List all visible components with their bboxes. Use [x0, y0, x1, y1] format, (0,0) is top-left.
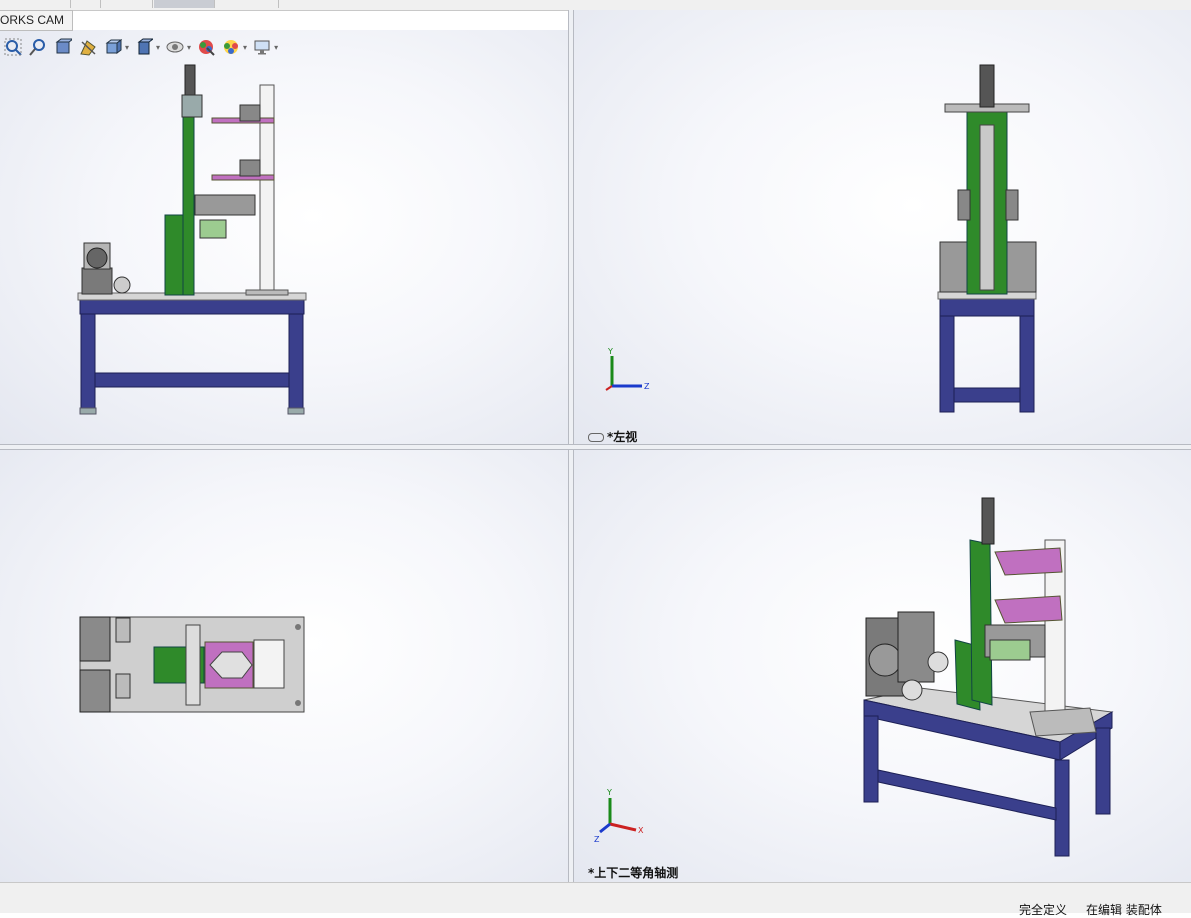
triad-z-label: Z: [594, 835, 600, 844]
chevron-down-icon[interactable]: ▾: [125, 43, 129, 52]
view-name-label-iso: *上下二等角轴测: [588, 866, 679, 880]
link-view-icon[interactable]: [588, 433, 604, 442]
chevron-down-icon[interactable]: ▾: [243, 43, 247, 52]
edit-appearance-icon[interactable]: [195, 37, 217, 57]
status-bar: 完全定义 在编辑 装配体: [0, 882, 1191, 917]
triad-y-label: Y: [607, 347, 613, 356]
viewport-front[interactable]: [0, 30, 568, 444]
tab-cam[interactable]: ORKS CAM: [0, 10, 74, 31]
display-style-icon[interactable]: [133, 37, 155, 57]
viewport-left[interactable]: Y Z *左视: [574, 10, 1191, 444]
status-definition: 完全定义: [1019, 903, 1068, 917]
view-name-text: *左视: [607, 430, 638, 444]
zoom-to-fit-icon[interactable]: [2, 37, 24, 57]
triad-y-label: Y: [606, 788, 612, 797]
view-name-label: *左视: [588, 428, 637, 444]
chevron-down-icon[interactable]: ▾: [274, 43, 278, 52]
chevron-down-icon[interactable]: ▾: [156, 43, 160, 52]
view-orientation-icon[interactable]: [102, 37, 124, 57]
status-edit-mode: 在编辑 装配体: [1086, 903, 1162, 917]
viewport-top[interactable]: [0, 450, 568, 882]
top-view-model: [79, 616, 305, 713]
hide-show-items-icon[interactable]: [164, 37, 186, 57]
previous-view-icon[interactable]: [52, 37, 74, 57]
document-tab-5[interactable]: [214, 0, 279, 8]
orientation-triad: Y Z: [605, 347, 650, 391]
orientation-triad-iso: Y X Z: [594, 788, 644, 844]
zoom-area-icon[interactable]: [27, 37, 49, 57]
view-settings-icon[interactable]: [251, 37, 273, 57]
apply-scene-icon[interactable]: [220, 37, 242, 57]
viewport-isometric[interactable]: Y X Z *上下二等角轴测: [574, 450, 1191, 882]
chevron-down-icon[interactable]: ▾: [187, 43, 191, 52]
triad-z-label: Z: [644, 382, 650, 391]
section-view-icon[interactable]: [77, 37, 99, 57]
document-tab-3[interactable]: [100, 0, 153, 8]
command-manager-tabs: ORKS CAM: [0, 10, 1191, 31]
document-tab-2[interactable]: [70, 0, 101, 8]
triad-x-label: X: [638, 826, 644, 835]
heads-up-view-toolbar: ▾ ▾ ▾ ▾ ▾: [2, 36, 282, 58]
document-tab-1[interactable]: [0, 0, 71, 8]
front-view-model: [77, 64, 307, 415]
document-tab-active[interactable]: [154, 0, 215, 8]
horizontal-split-bar[interactable]: [0, 444, 1191, 450]
